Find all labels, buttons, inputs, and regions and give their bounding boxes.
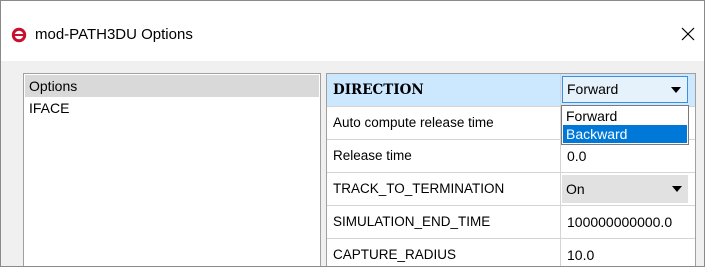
options-dialog: mod-PATH3DU Options Options IFACE DIRECT… (0, 0, 705, 267)
property-value[interactable]: 100000000000.0 (561, 206, 695, 238)
combobox-value: Forward (567, 81, 619, 97)
close-button[interactable] (673, 19, 703, 49)
nav-item-iface[interactable]: IFACE (25, 97, 319, 119)
property-label: DIRECTION (327, 74, 561, 106)
property-label: Release time (327, 140, 561, 172)
property-grid: DIRECTION Forward Auto compute release t… (326, 73, 696, 266)
property-row-simulation-end-time[interactable]: SIMULATION_END_TIME 100000000000.0 (327, 206, 695, 239)
property-row-capture-radius[interactable]: CAPTURE_RADIUS 10.0 (327, 239, 695, 266)
nav-item-label: Options (29, 78, 78, 94)
nav-item-label: IFACE (29, 100, 70, 116)
dropdown-option-forward[interactable]: Forward (563, 107, 687, 125)
property-row-direction[interactable]: DIRECTION Forward (327, 74, 695, 107)
property-label: TRACK_TO_TERMINATION (327, 173, 561, 205)
property-value[interactable]: 10.0 (561, 239, 695, 266)
title-bar: mod-PATH3DU Options (1, 1, 704, 61)
property-label: SIMULATION_END_TIME (327, 206, 561, 238)
window-title: mod-PATH3DU Options (35, 26, 193, 43)
nav-item-options[interactable]: Options (25, 75, 319, 97)
close-icon (681, 27, 695, 41)
property-label: Auto compute release time (327, 107, 561, 139)
track-to-termination-combobox[interactable]: On (562, 175, 688, 203)
app-logo-icon (11, 27, 27, 43)
dropdown-option-backward[interactable]: Backward (563, 125, 687, 143)
direction-dropdown-list: Forward Backward (561, 105, 689, 145)
combobox-value: On (566, 181, 585, 197)
property-label: CAPTURE_RADIUS (327, 239, 561, 266)
chevron-down-icon (671, 87, 681, 93)
property-row-track-to-termination[interactable]: TRACK_TO_TERMINATION On (327, 173, 695, 206)
options-nav-list: Options IFACE (23, 73, 321, 266)
direction-combobox[interactable]: Forward (562, 76, 688, 103)
chevron-down-icon (672, 186, 682, 192)
